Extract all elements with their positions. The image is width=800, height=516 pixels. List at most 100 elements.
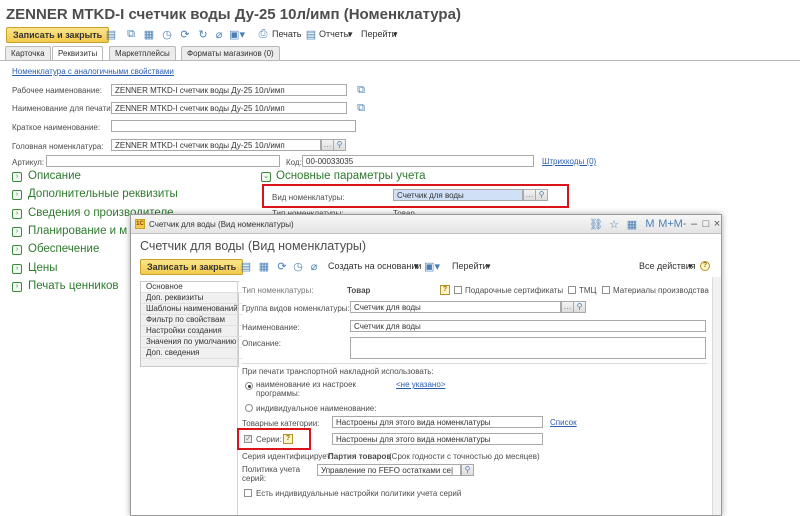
memory-icon[interactable]: M [643, 217, 657, 231]
code-field[interactable]: 00-00033035 [302, 155, 534, 167]
section-price-tags[interactable]: Печать ценников [28, 280, 119, 292]
goto-button[interactable]: Перейти [361, 27, 397, 41]
expand-provision-icon[interactable]: › [12, 245, 22, 255]
memory-plus-icon[interactable]: M+ [658, 217, 674, 231]
expand-planning-icon[interactable]: › [12, 227, 22, 237]
favorites-icon[interactable]: ☆ [607, 217, 621, 231]
dialog-help-icon[interactable]: ? [700, 261, 710, 271]
policy-search-icon[interactable]: ⚲ [461, 464, 474, 476]
kind-label: Вид номенклатуры: [272, 193, 345, 202]
sync-icon[interactable]: ↻ [196, 27, 210, 41]
print-name-field[interactable]: ZENNER MTKD-I счетчик воды Ду-25 10л/имп [111, 102, 347, 114]
sidebar-item-name-templates[interactable]: Шаблоны наименований [141, 304, 242, 315]
gift-certificates-checkbox[interactable] [454, 286, 462, 294]
create-based-button[interactable]: Создать на основании [328, 259, 421, 273]
product-categories-field[interactable]: Настроены для этого вида номенклатуры [332, 416, 543, 428]
dialog-sidebar: Основное Доп. реквизиты Шаблоны наименов… [140, 281, 242, 367]
dialog-goto-dropdown-icon[interactable]: ▾ [486, 259, 491, 273]
link-icon[interactable]: ⛓ [589, 217, 603, 231]
similar-properties-link[interactable]: Номенклатура с аналогичными свойствами [12, 67, 174, 76]
sidebar-item-additional-info[interactable]: Доп. сведения [141, 348, 242, 359]
expand-prices-icon[interactable]: › [12, 264, 22, 274]
print-icon[interactable]: ⎙ [256, 27, 270, 41]
copy-icon[interactable]: ⧉ [124, 27, 138, 41]
dialog-attachment-icon[interactable]: ⌀ [307, 259, 321, 273]
section-prices[interactable]: Цены [28, 262, 58, 274]
barcodes-link[interactable]: Штрихкоды (0) [542, 157, 596, 166]
series-checkbox[interactable]: ✓ [244, 434, 252, 443]
article-field[interactable] [46, 155, 280, 167]
head-search-icon[interactable]: ⚲ [333, 139, 346, 151]
radio-settings-name[interactable] [245, 382, 253, 390]
section-planning[interactable]: Планирование и м [28, 225, 127, 237]
list-icon[interactable]: ▦ [142, 27, 156, 41]
all-actions-dropdown-icon[interactable]: ▾ [688, 259, 693, 273]
expand-description-icon[interactable]: › [12, 172, 22, 182]
memory-minus-icon[interactable]: M- [673, 217, 687, 231]
calculator-icon[interactable]: ▦ [625, 217, 639, 231]
section-description[interactable]: Описание [28, 170, 81, 182]
create-based-icon[interactable]: ▣▾ [229, 27, 245, 41]
copy-print-name-icon[interactable]: ⧉ [354, 101, 368, 115]
dialog-history-icon[interactable]: ◷ [291, 259, 305, 273]
short-name-field[interactable] [111, 120, 356, 132]
group-field[interactable]: Счетчик для воды [350, 301, 561, 313]
sidebar-item-additional-requisites[interactable]: Доп. реквизиты [141, 293, 242, 304]
copy-name-icon[interactable]: ⧉ [354, 83, 368, 97]
tab-marketplaces[interactable]: Маркетплейсы [109, 46, 176, 60]
list-link[interactable]: Список [550, 418, 577, 427]
production-materials-checkbox[interactable] [602, 286, 610, 294]
description-field[interactable] [350, 337, 706, 359]
dialog-list-icon[interactable]: ▦ [257, 259, 271, 273]
expand-additional-icon[interactable]: › [12, 190, 22, 200]
sidebar-item-default-values[interactable]: Значения по умолчанию [141, 337, 242, 348]
dialog-report-icon[interactable]: ▣▾ [424, 259, 440, 273]
attachment-icon[interactable]: ⌀ [212, 27, 226, 41]
history-icon[interactable]: ◷ [160, 27, 174, 41]
dialog-save-icon[interactable]: ▤ [239, 259, 253, 273]
goto-dropdown-icon[interactable]: ▾ [393, 27, 398, 41]
head-nomenclature-field[interactable]: ZENNER MTKD-I счетчик воды Ду-25 10л/имп [111, 139, 321, 151]
refresh-icon[interactable]: ⟳ [178, 27, 192, 41]
close-icon[interactable]: × [710, 217, 721, 231]
reports-button[interactable]: Отчеты [319, 27, 350, 41]
section-provision[interactable]: Обеспечение [28, 243, 99, 255]
save-and-close-button[interactable]: Записать и закрыть [6, 27, 110, 43]
series-identifies-note: (Срок годности с точностью до месяцев) [389, 452, 540, 461]
tab-card[interactable]: Карточка [5, 46, 51, 60]
name-field[interactable]: Счетчик для воды [350, 320, 706, 332]
individual-policy-checkbox[interactable] [244, 489, 252, 497]
sidebar-item-main[interactable]: Основное [141, 282, 242, 293]
kind-field[interactable]: Счетчик для воды [393, 189, 523, 201]
tmc-checkbox[interactable] [568, 286, 576, 294]
expand-manufacturer-icon[interactable]: › [12, 209, 22, 219]
not-specified-link[interactable]: <не указано> [396, 380, 445, 389]
reports-dropdown-icon[interactable]: ▾ [348, 27, 353, 41]
dialog-refresh-icon[interactable]: ⟳ [275, 259, 289, 273]
tab-requisites[interactable]: Реквизиты [52, 46, 104, 61]
head-nomenclature-label: Головная номенклатура: [12, 142, 104, 151]
sidebar-item-property-filter[interactable]: Фильтр по свойствам [141, 315, 242, 326]
collapse-main-params-icon[interactable]: ⌄ [261, 172, 271, 182]
radio-individual-name[interactable] [245, 404, 253, 412]
dialog-scrollbar[interactable] [712, 277, 721, 515]
policy-field[interactable]: Управление по FEFO остатками се| [317, 464, 461, 476]
series-help-icon[interactable]: ? [283, 434, 293, 444]
print-button[interactable]: Печать [272, 27, 301, 41]
dialog-save-and-close-button[interactable]: Записать и закрыть [140, 259, 244, 275]
product-categories-label: Товарные категории: [242, 419, 320, 428]
series-field[interactable]: Настроены для этого вида номенклатуры [332, 433, 543, 445]
expand-price-tags-icon[interactable]: › [12, 282, 22, 292]
dialog-goto-button[interactable]: Перейти [452, 259, 488, 273]
kind-search-icon[interactable]: ⚲ [535, 189, 548, 201]
reports-icon[interactable]: ▤ [304, 27, 318, 41]
group-search-icon[interactable]: ⚲ [573, 301, 586, 313]
section-main-params[interactable]: Основные параметры учета [276, 170, 426, 182]
work-name-field[interactable]: ZENNER MTKD-I счетчик воды Ду-25 10л/имп [111, 84, 347, 96]
type-help-icon[interactable]: ? [440, 285, 450, 295]
section-additional-requisites[interactable]: Дополнительные реквизиты [28, 188, 178, 200]
save-icon[interactable]: ▤ [104, 27, 118, 41]
sidebar-item-creation-settings[interactable]: Настройки создания [141, 326, 242, 337]
create-based-dropdown-icon[interactable]: ▾ [414, 259, 419, 273]
tab-store-formats[interactable]: Форматы магазинов (0) [181, 46, 280, 60]
